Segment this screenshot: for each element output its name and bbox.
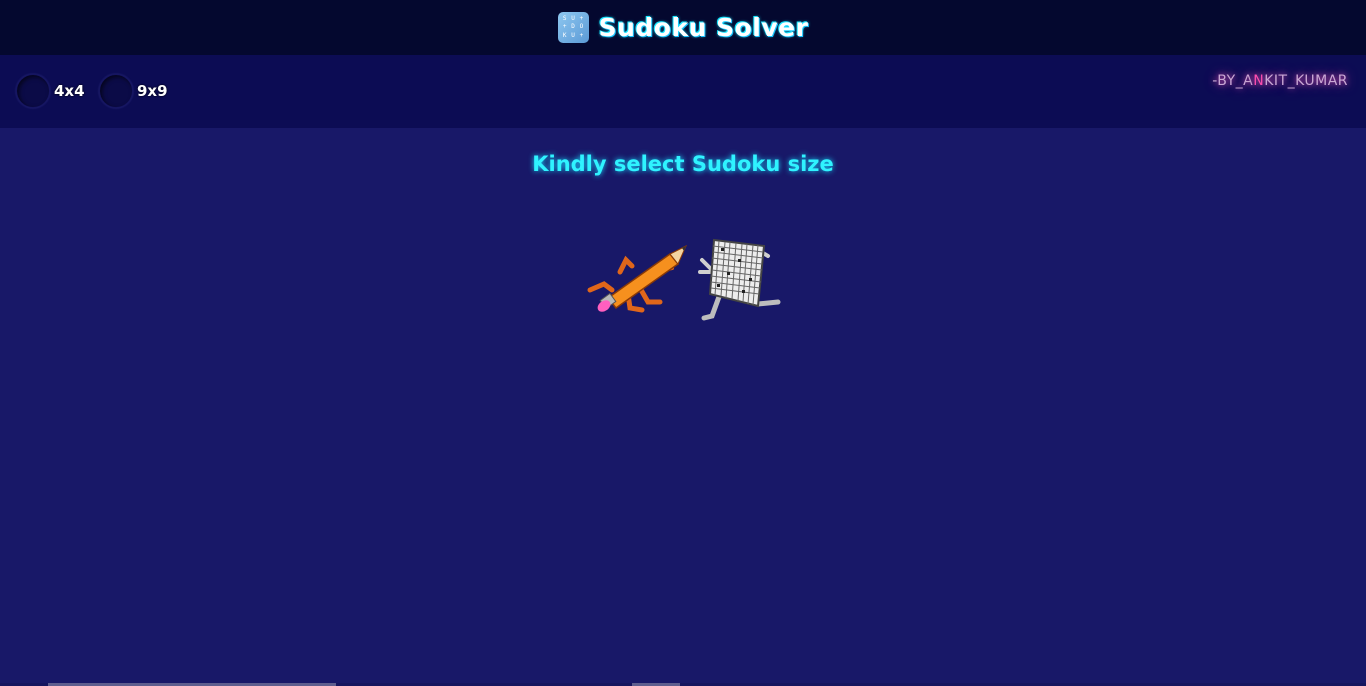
pencil-and-sudoku-illustration: [587, 238, 781, 321]
size-options-bar: 4x4 9x9: [0, 55, 1366, 128]
size-option-9x9[interactable]: 9x9: [99, 74, 168, 108]
logo-letter: +: [579, 15, 584, 22]
radio-9x9[interactable]: [99, 74, 133, 108]
author-highlight: N: [1253, 73, 1265, 89]
select-size-message: Kindly select Sudoku size: [532, 152, 834, 176]
radio-4x4[interactable]: [16, 74, 50, 108]
title-group: S U + + D O K U + Sudoku Solver: [557, 12, 809, 43]
logo-letter: U: [571, 15, 575, 22]
app-header: S U + + D O K U + Sudoku Solver: [0, 0, 1366, 55]
logo-letter: K: [562, 31, 567, 39]
running-sudoku-grid-icon: [698, 238, 781, 321]
author-credit: -BY_ANKIT_KUMAR: [1212, 73, 1348, 89]
sudoku-logo-icon: S U + + D O K U +: [557, 12, 589, 43]
logo-letter: +: [579, 31, 584, 39]
size-option-4x4[interactable]: 4x4: [16, 74, 85, 108]
logo-letter: +: [562, 23, 567, 31]
size-option-4x4-label: 4x4: [54, 82, 85, 100]
author-suffix: KIT_KUMAR: [1264, 73, 1348, 89]
logo-letter: U: [571, 31, 575, 39]
size-option-9x9-label: 9x9: [137, 82, 168, 100]
logo-letter: O: [579, 23, 584, 31]
app-title: Sudoku Solver: [598, 13, 809, 42]
author-prefix: -BY_A: [1212, 73, 1254, 89]
logo-letter: S: [562, 15, 567, 22]
running-pencil-icon: [587, 244, 688, 313]
logo-letter: D: [571, 23, 575, 31]
